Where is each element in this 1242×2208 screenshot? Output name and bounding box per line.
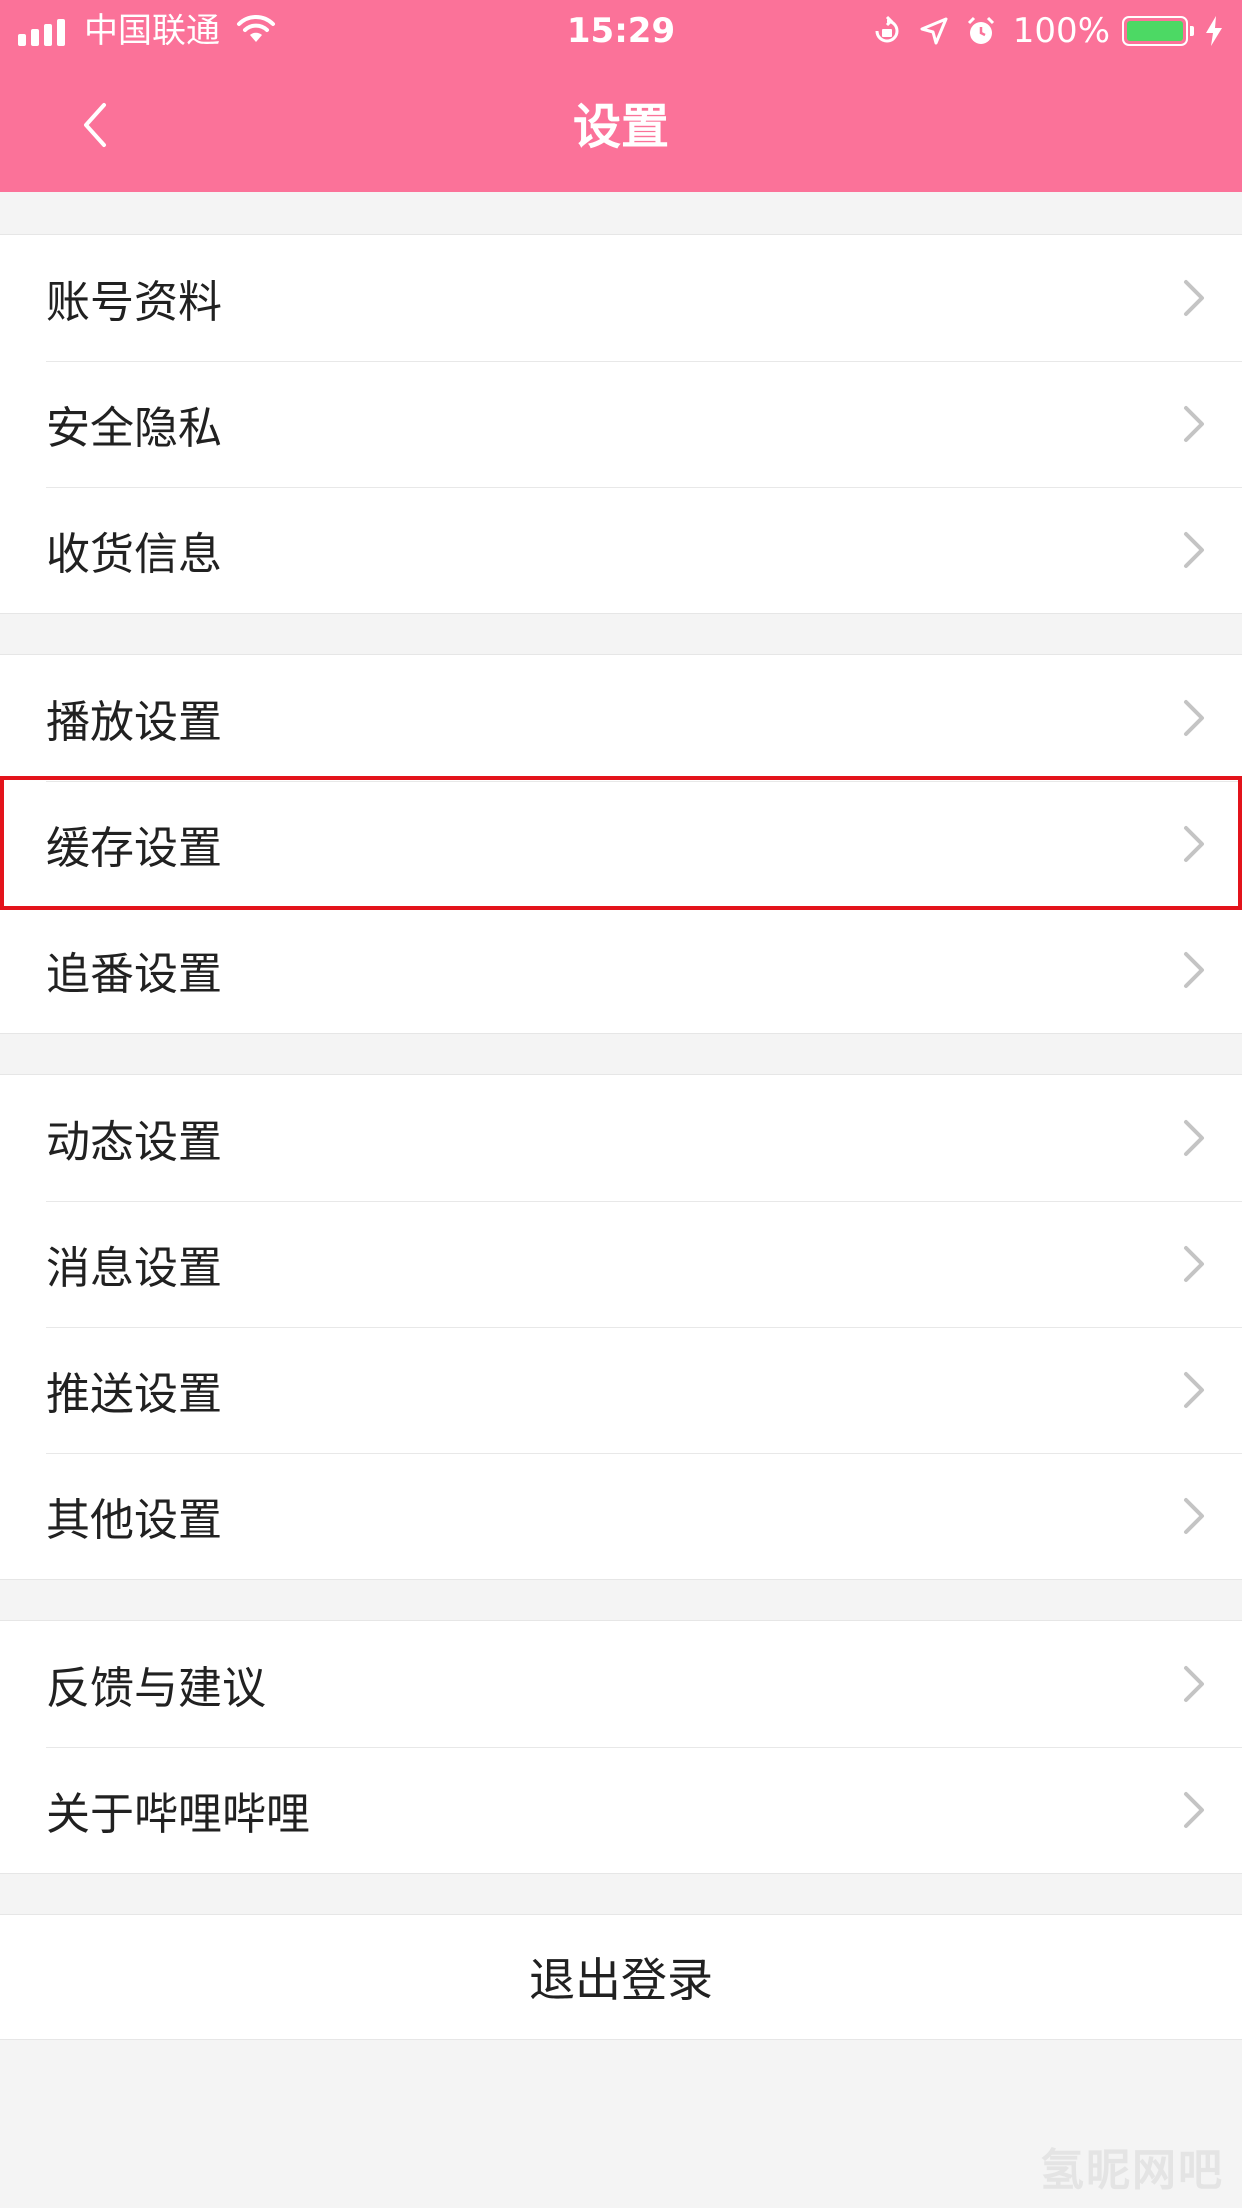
settings-item-label: 追番设置 <box>46 949 222 1000</box>
settings-screen: 中国联通 15:29 100% 设置 账号资料 安全隐私 收货信息 播放设置 缓… <box>0 0 1242 2208</box>
settings-item-account-profile[interactable]: 账号资料 <box>0 235 1242 361</box>
battery-icon <box>1122 16 1194 46</box>
nav-bar: 设置 <box>0 62 1242 192</box>
chevron-right-icon <box>1184 1666 1204 1702</box>
header: 中国联通 15:29 100% 设置 <box>0 0 1242 192</box>
settings-group-account: 账号资料 安全隐私 收货信息 <box>0 234 1242 614</box>
settings-group-playback: 播放设置 缓存设置 追番设置 <box>0 654 1242 1034</box>
settings-item-shipping-info[interactable]: 收货信息 <box>0 487 1242 613</box>
logout-label: 退出登录 <box>529 1953 713 2007</box>
location-icon <box>919 16 949 46</box>
settings-item-label: 收货信息 <box>46 529 222 580</box>
settings-item-bangumi[interactable]: 追番设置 <box>0 907 1242 1033</box>
status-right: 100% <box>855 10 1224 52</box>
logout-button[interactable]: 退出登录 <box>0 1914 1242 2040</box>
chevron-right-icon <box>1184 1372 1204 1408</box>
settings-item-playback[interactable]: 播放设置 <box>0 655 1242 781</box>
settings-item-security-privacy[interactable]: 安全隐私 <box>0 361 1242 487</box>
chevron-right-icon <box>1184 532 1204 568</box>
settings-item-push[interactable]: 推送设置 <box>0 1327 1242 1453</box>
settings-item-label: 关于哔哩哔哩 <box>46 1789 310 1840</box>
settings-item-label: 账号资料 <box>46 277 222 328</box>
watermark: 氢昵网吧 <box>1040 2145 1224 2196</box>
settings-item-cache[interactable]: 缓存设置 <box>0 781 1242 907</box>
settings-item-label: 动态设置 <box>46 1117 222 1168</box>
charging-icon <box>1204 15 1224 47</box>
status-bar: 中国联通 15:29 100% <box>0 0 1242 62</box>
settings-item-label: 其他设置 <box>46 1495 222 1546</box>
chevron-right-icon <box>1184 1120 1204 1156</box>
chevron-right-icon <box>1184 280 1204 316</box>
settings-item-feedback[interactable]: 反馈与建议 <box>0 1621 1242 1747</box>
settings-item-label: 消息设置 <box>46 1243 222 1294</box>
alarm-icon <box>965 15 997 47</box>
settings-item-dynamic[interactable]: 动态设置 <box>0 1075 1242 1201</box>
chevron-right-icon <box>1184 700 1204 736</box>
chevron-right-icon <box>1184 1498 1204 1534</box>
settings-item-label: 缓存设置 <box>46 823 222 874</box>
settings-item-other[interactable]: 其他设置 <box>0 1453 1242 1579</box>
settings-group-notifications: 动态设置 消息设置 推送设置 其他设置 <box>0 1074 1242 1580</box>
settings-item-messages[interactable]: 消息设置 <box>0 1201 1242 1327</box>
orientation-lock-icon <box>871 15 903 47</box>
page-title: 设置 <box>572 99 669 155</box>
settings-item-label: 安全隐私 <box>46 403 222 454</box>
chevron-right-icon <box>1184 1246 1204 1282</box>
chevron-right-icon <box>1184 952 1204 988</box>
battery-percent: 100% <box>1012 11 1110 51</box>
battery-fill <box>1127 21 1183 41</box>
settings-item-label: 播放设置 <box>46 697 222 748</box>
settings-item-label: 推送设置 <box>46 1369 222 1420</box>
settings-item-about[interactable]: 关于哔哩哔哩 <box>0 1747 1242 1873</box>
settings-group-about: 反馈与建议 关于哔哩哔哩 <box>0 1620 1242 1874</box>
chevron-right-icon <box>1184 1792 1204 1828</box>
chevron-right-icon <box>1184 826 1204 862</box>
chevron-right-icon <box>1184 406 1204 442</box>
settings-item-label: 反馈与建议 <box>46 1663 266 1714</box>
